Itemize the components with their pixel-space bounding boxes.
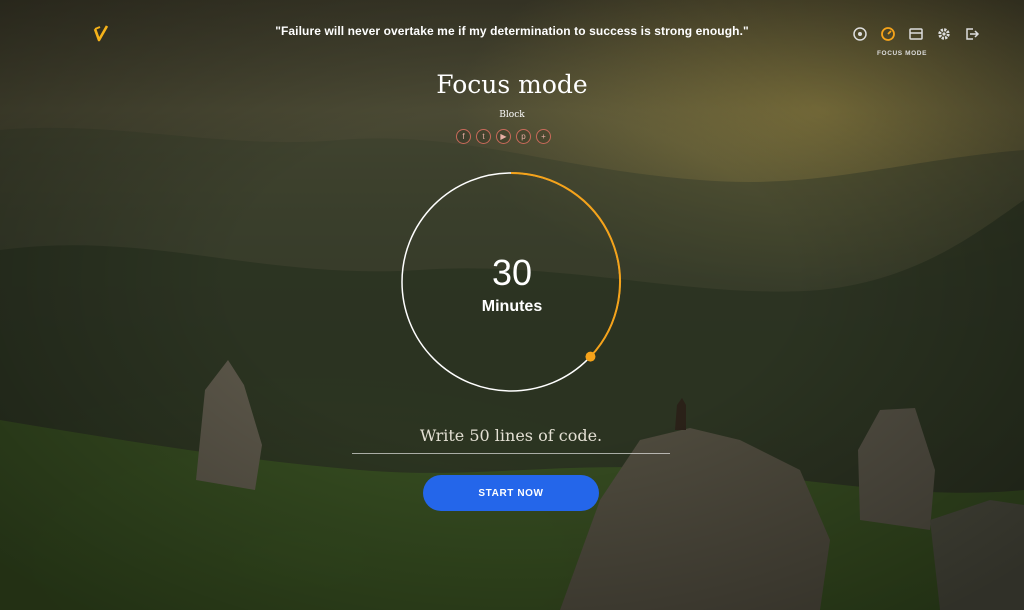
youtube-icon[interactable]: ▶ xyxy=(496,129,511,144)
social-links: f t ▶ p + xyxy=(456,129,551,144)
start-now-button[interactable]: START NOW xyxy=(423,475,599,511)
block-label: Block xyxy=(499,110,525,120)
gear-icon[interactable] xyxy=(936,26,952,42)
facebook-icon[interactable]: f xyxy=(456,129,471,144)
timer-progress-knob[interactable] xyxy=(585,351,596,362)
active-mode-caption: FOCUS MODE xyxy=(876,50,928,57)
window-icon[interactable] xyxy=(908,26,924,42)
timer-unit: Minutes xyxy=(481,298,543,315)
target-icon[interactable] xyxy=(852,26,868,42)
logout-icon[interactable] xyxy=(964,26,980,42)
top-nav xyxy=(852,26,980,42)
goal-input[interactable]: Write 50 lines of code. xyxy=(352,424,670,454)
clock-icon[interactable] xyxy=(880,26,896,42)
twitter-icon[interactable]: t xyxy=(476,129,491,144)
pinterest-icon[interactable]: p xyxy=(516,129,531,144)
add-icon[interactable]: + xyxy=(536,129,551,144)
timer-value: 30 xyxy=(491,252,533,293)
page-title: Focus mode xyxy=(436,70,588,99)
